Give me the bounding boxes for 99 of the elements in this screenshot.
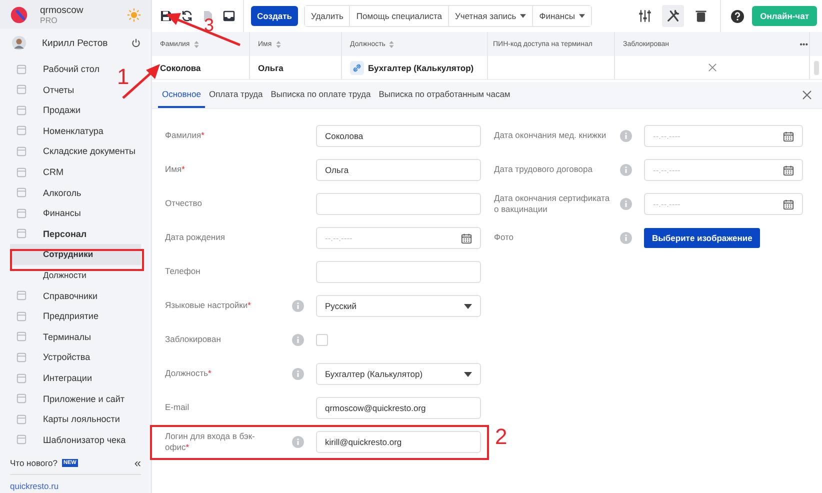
user-name: Кирилл Рестов: [42, 38, 109, 49]
nav-item[interactable]: Устройства: [0, 347, 94, 368]
tab[interactable]: Основное: [158, 82, 205, 108]
tab[interactable]: Выписка по отработанным часам: [374, 82, 514, 108]
table-cell: Соколова: [160, 62, 201, 72]
table-cell: Бухгалтер (Калькулятор): [368, 62, 474, 72]
field-label: Должность*: [165, 368, 212, 380]
scrollbar-thumb[interactable]: [814, 60, 818, 74]
nav-icon: [16, 104, 27, 116]
calendar-icon[interactable]: [783, 130, 794, 142]
link-icon: [350, 60, 364, 74]
nav-icon: [16, 372, 27, 384]
field-label: Дата трудового договора: [494, 164, 594, 176]
nav-icon: [16, 146, 27, 157]
input-field[interactable]: [316, 261, 481, 283]
sort-icon: [389, 40, 394, 48]
field-label: Фото: [494, 232, 515, 244]
close-icon[interactable]: [802, 90, 812, 100]
nav-item[interactable]: Алкоголь: [0, 182, 86, 203]
logo-icon: [10, 6, 28, 24]
nav-icon: [16, 125, 27, 136]
input-field[interactable]: Соколова: [316, 125, 481, 147]
sort-icon: [194, 40, 199, 48]
nav-item[interactable]: Терминалы: [0, 326, 95, 348]
avatar-icon: [12, 36, 26, 50]
caret-icon: [578, 14, 585, 18]
field-label: Фамилия*: [165, 130, 206, 142]
collapse-button[interactable]: «: [134, 456, 141, 470]
nav-item[interactable]: Справочники: [0, 285, 102, 306]
nav-item[interactable]: Номенклатура: [0, 120, 108, 142]
field-label: Телефон: [165, 266, 202, 278]
choose-image-button[interactable]: Выберите изображение: [644, 228, 760, 248]
site-link[interactable]: quickresto.ru: [0, 479, 151, 493]
caret-icon: [520, 14, 526, 18]
annotation-number: 1: [117, 66, 130, 88]
nav-icon: [16, 64, 27, 75]
nav-item[interactable]: Карты лояльности: [0, 408, 124, 430]
power-icon[interactable]: [131, 38, 141, 48]
field-label: Языковые настройки*: [165, 300, 252, 312]
nav-item[interactable]: Шаблонизатор чека: [0, 429, 130, 450]
caret-icon: [464, 372, 472, 376]
nav-item[interactable]: Персонал: [0, 224, 91, 244]
nav-icon: [16, 208, 27, 219]
tab[interactable]: Оплата труда: [204, 82, 267, 108]
field-label: Заблокирован: [165, 334, 222, 346]
company-name: qrmoscow: [40, 4, 84, 16]
whats-new-link[interactable]: Что нового?: [10, 458, 58, 468]
select-field[interactable]: Бухгалтер (Калькулятор): [316, 363, 481, 385]
nav-item[interactable]: Приложение и сайт: [0, 388, 128, 409]
help-icon[interactable]: [731, 10, 744, 22]
tools-icon[interactable]: [662, 5, 684, 27]
nav-icon: [16, 331, 27, 342]
calendar-icon[interactable]: [461, 232, 472, 244]
refresh-icon[interactable]: [181, 10, 193, 22]
field-label: Логин для входа в бэк-офис*: [165, 430, 256, 454]
inbox-icon[interactable]: [223, 10, 235, 22]
table-cell: Ольга: [258, 62, 284, 72]
nav-icon: [16, 187, 27, 198]
nav-icon: [16, 166, 27, 178]
sort-icon: [276, 40, 281, 48]
field-label: Дата окончания сертификата о вакцинации: [494, 192, 611, 216]
nav-icon: [16, 434, 27, 446]
nav-icon: [16, 290, 27, 302]
nav-item[interactable]: Отчеты: [0, 79, 78, 100]
caret-icon: [464, 304, 472, 308]
nav-icon: [16, 393, 27, 404]
nav-item[interactable]: Складские документы: [0, 141, 140, 162]
field-label: Дата окончания мед. книжки: [494, 130, 608, 142]
toolbar-button[interactable]: Удалить: [304, 6, 350, 26]
nav-icon: [16, 352, 27, 363]
select-field[interactable]: Русский: [316, 295, 481, 317]
annotation-number: 2: [495, 426, 508, 448]
field-label: E-mail: [165, 402, 190, 414]
checkbox[interactable]: [316, 334, 328, 346]
plan-label: PRO: [40, 16, 58, 25]
nav-item[interactable]: Продажи: [0, 100, 85, 121]
input-field[interactable]: qrmoscow@quickresto.org: [316, 397, 481, 419]
field-label: Имя*: [165, 164, 186, 176]
tab[interactable]: Выписка по оплате труда: [266, 82, 375, 108]
create-button[interactable]: Создать: [251, 6, 298, 26]
nav-item[interactable]: Рабочий стол: [0, 58, 104, 80]
nav-icon: [16, 84, 27, 96]
nav-icon: [16, 228, 27, 240]
nav-item[interactable]: Финансы: [0, 202, 85, 224]
nav-item[interactable]: CRM: [0, 162, 68, 182]
input-field[interactable]: Ольга: [316, 159, 481, 181]
more-icon[interactable]: •••: [800, 40, 808, 48]
input-field[interactable]: kirill@quickresto.org: [316, 431, 481, 453]
field-label: Дата рождения: [165, 232, 226, 244]
calendar-icon[interactable]: [783, 198, 794, 210]
nav-icon: [16, 310, 27, 322]
nav-subitem[interactable]: Должности: [10, 264, 141, 286]
calendar-icon[interactable]: [783, 164, 794, 176]
nav-item[interactable]: Предприятие: [0, 306, 102, 327]
annotation-number: 3: [204, 18, 214, 32]
field-label: Отчество: [165, 198, 203, 210]
nav-icon: [16, 414, 27, 425]
input-field[interactable]: [316, 193, 481, 215]
nav-item[interactable]: Интеграции: [0, 368, 96, 388]
